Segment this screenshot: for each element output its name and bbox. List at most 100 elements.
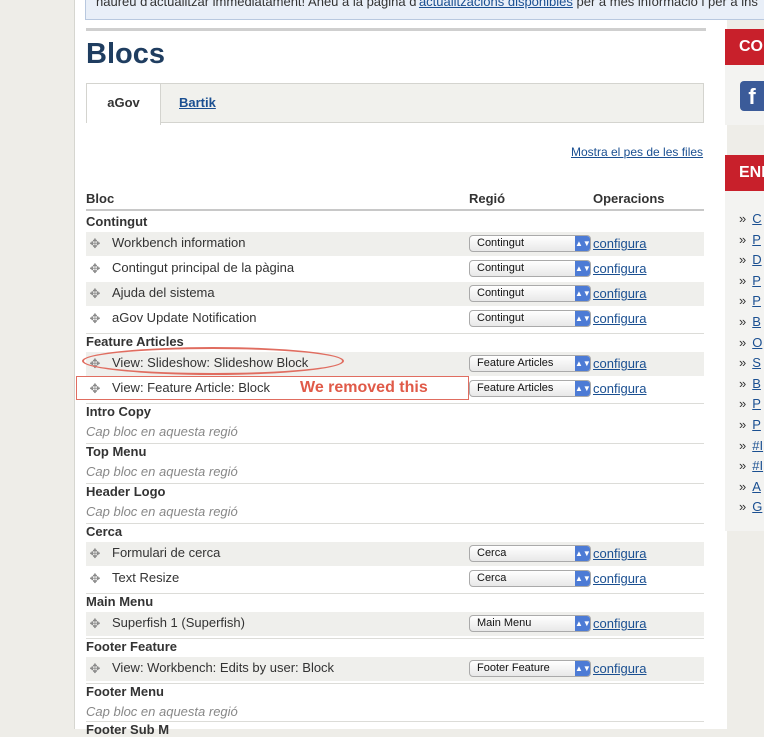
region-select[interactable]: Feature Articles ▲▼ bbox=[469, 355, 591, 372]
configure-link[interactable]: configura bbox=[593, 356, 646, 371]
sidebar-link-item[interactable]: » O bbox=[739, 335, 762, 350]
drag-handle-icon[interactable]: ✥ bbox=[88, 662, 102, 676]
sidebar-link-item[interactable]: » C bbox=[739, 211, 762, 226]
region-select[interactable]: Contingut ▲▼ bbox=[469, 235, 591, 252]
region-select[interactable]: Cerca ▲▼ bbox=[469, 545, 591, 562]
sidebar-link-label[interactable]: P bbox=[752, 232, 761, 247]
table-row: ✥ Ajuda del sistema Contingut ▲▼ configura bbox=[86, 282, 704, 306]
sidebar-link-label[interactable]: P bbox=[752, 417, 761, 432]
configure-link[interactable]: configura bbox=[593, 546, 646, 561]
region-select-value: Contingut bbox=[477, 312, 525, 324]
column-header-block: Bloc bbox=[86, 191, 115, 206]
sidebar-link-label[interactable]: G bbox=[752, 499, 762, 514]
region-select-value: Footer Feature bbox=[477, 662, 550, 674]
sidebar-link-item[interactable]: » P bbox=[739, 232, 761, 247]
region-divider bbox=[86, 721, 704, 722]
sidebar-link-label[interactable]: C bbox=[752, 211, 761, 226]
sidebar-link-label[interactable]: O bbox=[752, 335, 762, 350]
sidebar-link-label[interactable]: S bbox=[752, 355, 761, 370]
sidebar-link-label[interactable]: D bbox=[752, 252, 761, 267]
drag-handle-icon[interactable]: ✥ bbox=[88, 287, 102, 301]
region-select[interactable]: Main Menu ▲▼ bbox=[469, 615, 591, 632]
configure-link[interactable]: configura bbox=[593, 616, 646, 631]
sidebar-link-item[interactable]: » #I bbox=[739, 438, 763, 453]
region-divider bbox=[86, 683, 704, 684]
sidebar-link-item[interactable]: » P bbox=[739, 273, 761, 288]
region-divider bbox=[86, 403, 704, 404]
select-arrows-icon: ▲▼ bbox=[575, 381, 591, 396]
sidebar-link-label[interactable]: B bbox=[752, 314, 761, 329]
sidebar-link-item[interactable]: » #I bbox=[739, 458, 763, 473]
region-select-value: Cerca bbox=[477, 547, 507, 559]
tab-agov[interactable]: aGov bbox=[87, 84, 161, 125]
region-heading: Feature Articles bbox=[86, 334, 184, 349]
select-arrows-icon: ▲▼ bbox=[575, 571, 591, 586]
select-arrows-icon: ▲▼ bbox=[575, 286, 591, 301]
region-select[interactable]: Contingut ▲▼ bbox=[469, 285, 591, 302]
region-heading: Top Menu bbox=[86, 444, 147, 459]
region-heading: Footer Menu bbox=[86, 684, 164, 699]
block-name: Formulari de cerca bbox=[112, 545, 221, 560]
region-select[interactable]: Contingut ▲▼ bbox=[469, 310, 591, 327]
drag-handle-icon[interactable]: ✥ bbox=[88, 262, 102, 276]
sidebar-link-label[interactable]: A bbox=[752, 479, 761, 494]
available-updates-link[interactable]: actualitzacions disponibles bbox=[419, 0, 573, 9]
configure-link[interactable]: configura bbox=[593, 236, 646, 251]
configure-link[interactable]: configura bbox=[593, 571, 646, 586]
drag-handle-icon[interactable]: ✥ bbox=[88, 547, 102, 561]
block-name: Superfish 1 (Superfish) bbox=[112, 615, 245, 630]
configure-link[interactable]: configura bbox=[593, 261, 646, 276]
region-select-value: Main Menu bbox=[477, 617, 532, 629]
sidebar-link-label[interactable]: B bbox=[752, 376, 761, 391]
sidebar-link-label[interactable]: P bbox=[752, 396, 761, 411]
region-select-value: Contingut bbox=[477, 237, 525, 249]
sidebar-link-label[interactable]: P bbox=[752, 293, 761, 308]
sidebar-link-item[interactable]: » A bbox=[739, 479, 761, 494]
page-title: Blocs bbox=[86, 38, 165, 70]
select-arrows-icon: ▲▼ bbox=[575, 356, 591, 371]
sidebar-link-item[interactable]: » D bbox=[739, 252, 762, 267]
show-row-weights-link[interactable]: Mostra el pes de les files bbox=[571, 145, 703, 159]
select-arrows-icon: ▲▼ bbox=[575, 261, 591, 276]
region-select[interactable]: Feature Articles ▲▼ bbox=[469, 380, 591, 397]
configure-link[interactable]: configura bbox=[593, 661, 646, 676]
sidebar-link-label[interactable]: #I bbox=[752, 458, 763, 473]
sidebar-link-item[interactable]: » P bbox=[739, 396, 761, 411]
select-arrows-icon: ▲▼ bbox=[575, 546, 591, 561]
drag-handle-icon[interactable]: ✥ bbox=[88, 312, 102, 326]
region-select[interactable]: Footer Feature ▲▼ bbox=[469, 660, 591, 677]
sidebar-link-item[interactable]: » B bbox=[739, 376, 761, 391]
region-select-value: Contingut bbox=[477, 262, 525, 274]
select-arrows-icon: ▲▼ bbox=[575, 616, 591, 631]
region-select[interactable]: Cerca ▲▼ bbox=[469, 570, 591, 587]
sidebar-link-item[interactable]: » P bbox=[739, 417, 761, 432]
tab-bartik[interactable]: Bartik bbox=[179, 84, 216, 124]
facebook-icon[interactable]: f bbox=[740, 81, 764, 111]
empty-region-message: Cap bloc en aquesta regió bbox=[86, 704, 238, 719]
sidebar-link-item[interactable]: » P bbox=[739, 293, 761, 308]
table-row: ✥ Text Resize Cerca ▲▼ configura bbox=[86, 567, 704, 591]
select-arrows-icon: ▲▼ bbox=[575, 661, 591, 676]
drag-handle-icon[interactable]: ✥ bbox=[88, 237, 102, 251]
region-select[interactable]: Contingut ▲▼ bbox=[469, 260, 591, 277]
update-notice: haureu d'actualitzar immediatament! Aneu… bbox=[85, 0, 764, 20]
drag-handle-icon[interactable]: ✥ bbox=[88, 572, 102, 586]
region-divider bbox=[86, 523, 704, 524]
table-row: ✥ Contingut principal de la pàgina Conting… bbox=[86, 257, 704, 281]
configure-link[interactable]: configura bbox=[593, 381, 646, 396]
notice-suffix: per a més informació i per a ins bbox=[572, 0, 758, 9]
column-header-operations: Operacions bbox=[593, 191, 665, 206]
configure-link[interactable]: configura bbox=[593, 286, 646, 301]
annotation-ellipse bbox=[82, 347, 344, 375]
configure-link[interactable]: configura bbox=[593, 311, 646, 326]
sidebar-link-item[interactable]: » G bbox=[739, 499, 762, 514]
sidebar-link-label[interactable]: P bbox=[752, 273, 761, 288]
notice-prefix: haureu d'actualitzar immediatament! Aneu… bbox=[96, 0, 419, 9]
select-arrows-icon: ▲▼ bbox=[575, 311, 591, 326]
drag-handle-icon[interactable]: ✥ bbox=[88, 617, 102, 631]
sidebar-link-item[interactable]: » B bbox=[739, 314, 761, 329]
sidebar-link-label[interactable]: #I bbox=[752, 438, 763, 453]
region-divider bbox=[86, 483, 704, 484]
block-name: Text Resize bbox=[112, 570, 180, 585]
sidebar-link-item[interactable]: » S bbox=[739, 355, 761, 370]
